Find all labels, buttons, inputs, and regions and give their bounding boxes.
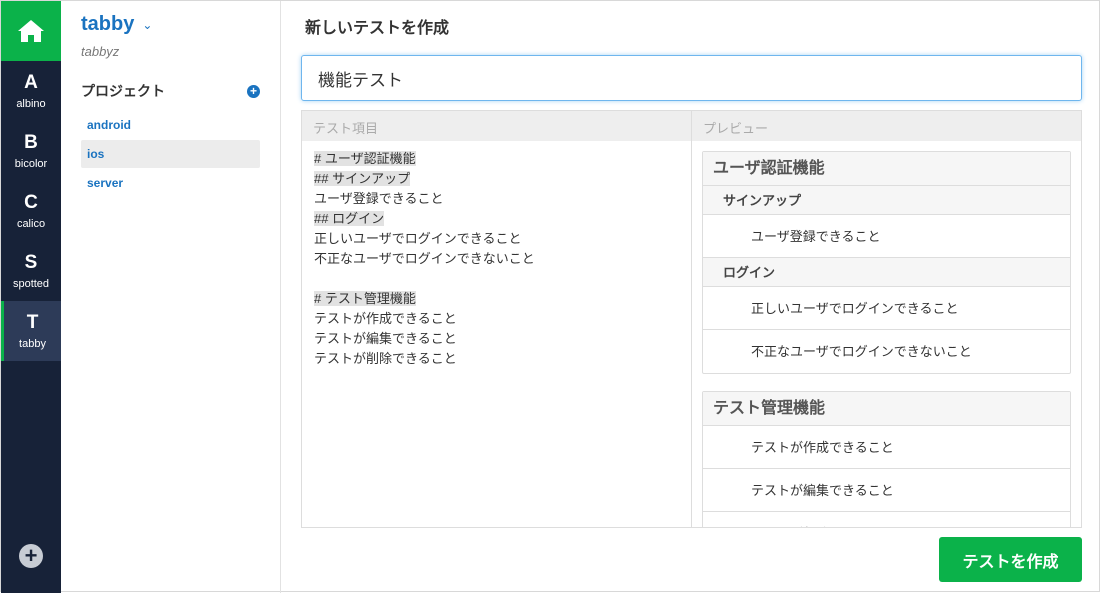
team-label: tabby: [19, 338, 46, 350]
add-team-icon[interactable]: +: [19, 544, 43, 568]
team-label: bicolor: [14, 158, 48, 170]
home-icon: [18, 20, 44, 42]
team-switcher[interactable]: tabby ⌄: [81, 13, 260, 36]
team-bicolor[interactable]: Bbicolor: [1, 121, 61, 181]
source-line: ユーザ登録できること: [314, 191, 444, 206]
home-button[interactable]: [1, 1, 61, 61]
team-letter: C: [24, 192, 38, 213]
create-test-button[interactable]: テストを作成: [939, 537, 1082, 582]
source-line: ## サインアップ: [314, 171, 411, 186]
source-line: 正しいユーザでログインできること: [314, 231, 522, 246]
page-title: 新しいテストを作成: [305, 20, 450, 37]
team-letter: B: [24, 132, 38, 153]
team-tabby[interactable]: Ttabby: [1, 301, 61, 361]
preview-item: テストが作成できること: [703, 426, 1070, 469]
test-name-input[interactable]: [301, 55, 1082, 101]
test-editor: テスト項目 # ユーザ認証機能 ## サインアップユーザ登録できること ## ログイ…: [301, 110, 1082, 528]
team-letter: T: [26, 312, 39, 333]
preview-section-title: サインアップ: [703, 186, 1070, 215]
editor-header: テスト項目: [302, 111, 691, 141]
source-line: 不正なユーザでログインできないこと: [314, 251, 535, 266]
add-project-icon[interactable]: +: [247, 84, 260, 98]
preview-group: テスト管理機能テストが作成できることテストが編集できることテストが削除できること: [702, 391, 1071, 527]
preview-item: テストが編集できること: [703, 469, 1070, 512]
preview-header: プレビュー: [692, 111, 1081, 141]
source-line: テストが削除できること: [314, 351, 457, 366]
preview-item: 不正なユーザでログインできないこと: [751, 344, 972, 359]
main-content: 新しいテストを作成 テスト項目 # ユーザ認証機能 ## サインアップユーザ登録で…: [281, 1, 1099, 593]
project-ios[interactable]: ios: [81, 140, 260, 168]
preview-section-title: ログイン: [703, 258, 1070, 287]
team-name: tabby: [81, 13, 135, 35]
preview-group-title: テスト管理機能: [703, 392, 1070, 426]
project-sidebar: tabby ⌄ tabbyz プロジェクト + android ios server: [61, 1, 281, 593]
chevron-down-icon: ⌄: [142, 17, 153, 32]
team-calico[interactable]: Ccalico: [1, 181, 61, 241]
preview-group: ユーザ認証機能 サインアップ ユーザ登録できること ログイン 正しいユーザでログインでき…: [702, 151, 1071, 374]
preview-item: テストが削除できること: [703, 512, 1070, 527]
team-letter: A: [24, 72, 38, 93]
preview-item: ユーザ登録できること: [703, 215, 1070, 258]
source-line: # ユーザ認証機能: [314, 151, 416, 166]
team-label: spotted: [12, 278, 50, 290]
source-line: ## ログイン: [314, 211, 385, 226]
team-subtitle: tabbyz: [81, 44, 120, 59]
preview-panel[interactable]: ユーザ認証機能 サインアップ ユーザ登録できること ログイン 正しいユーザでログインでき…: [692, 141, 1081, 527]
team-label: calico: [16, 218, 46, 230]
source-line: テストが編集できること: [314, 331, 457, 346]
team-label: albino: [16, 98, 46, 110]
project-server[interactable]: server: [81, 169, 260, 197]
team-rail: Aalbino Bbicolor Ccalico Sspotted Ttabby…: [1, 1, 61, 593]
preview-item: 正しいユーザでログインできること: [703, 287, 1070, 330]
project-android[interactable]: android: [81, 111, 260, 139]
projects-heading: プロジェクト: [81, 83, 165, 99]
source-line: テストが作成できること: [314, 311, 457, 326]
team-albino[interactable]: Aalbino: [1, 61, 61, 121]
test-items-textarea[interactable]: # ユーザ認証機能 ## サインアップユーザ登録できること ## ログイン正しいユー…: [302, 141, 691, 527]
preview-group-title: ユーザ認証機能: [703, 152, 1070, 186]
source-line: # テスト管理機能: [314, 291, 416, 306]
team-spotted[interactable]: Sspotted: [1, 241, 61, 301]
team-letter: S: [24, 252, 38, 273]
